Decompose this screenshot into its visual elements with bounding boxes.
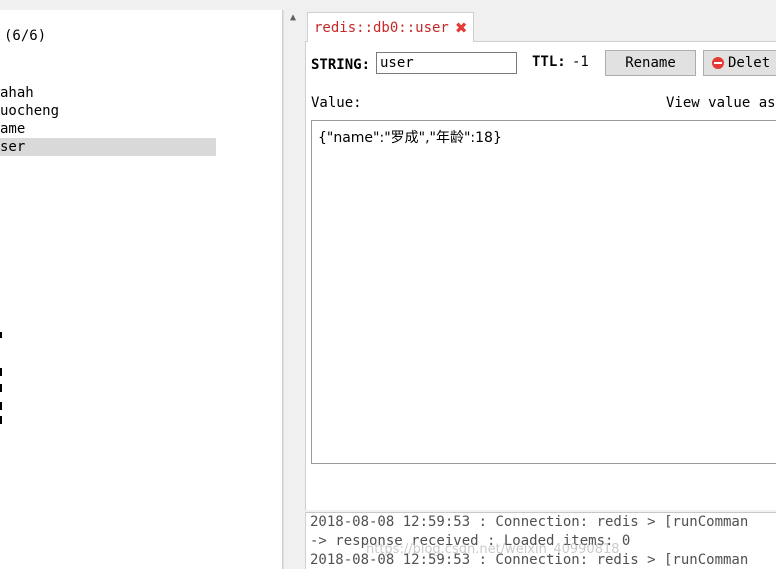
scroll-up-icon[interactable]: ▲ [287,12,299,24]
key-editor: STRING: user TTL: -1 Rename Delet Value:… [305,42,776,510]
delete-button[interactable]: Delet [703,50,776,76]
tree-mark [0,384,2,392]
delete-label: Delet [728,55,771,71]
rename-button[interactable]: Rename [605,50,696,76]
value-label: Value: [311,95,362,111]
log-line: 2018-08-08 12:59:53 : Connection: redis … [310,514,749,530]
key-list: ahah uocheng ame ser [0,84,216,156]
key-count: (6/6) [4,28,47,44]
tree-mark [0,402,2,410]
tree-scrollbar[interactable]: ▲ [283,10,301,569]
type-label: STRING: [311,57,371,73]
tab-bar: redis::db0::user ✖ [305,10,776,42]
tree-mark [0,332,2,338]
tab-redis-db0-user[interactable]: redis::db0::user ✖ [307,12,475,42]
console-log: 2018-08-08 12:59:53 : Connection: redis … [305,512,776,569]
key-item-ahah[interactable]: ahah [0,84,216,102]
key-item-uocheng[interactable]: uocheng [0,102,216,120]
close-icon[interactable]: ✖ [455,14,468,42]
view-as-label[interactable]: View value as [666,95,776,111]
ttl-label: TTL: [532,54,566,70]
delete-icon [712,57,724,69]
watermark: https://blog.csdn.net/weixin_40990818 [366,542,620,557]
tree-mark [0,368,2,376]
tab-title: redis::db0::user [314,19,449,36]
type-label-row: STRING: [311,52,370,78]
key-name-input[interactable]: user [376,52,517,74]
key-item-ame[interactable]: ame [0,120,216,138]
ttl-value: -1 [572,54,589,70]
key-item-user[interactable]: ser [0,138,216,156]
tree-mark [0,416,2,424]
value-editor[interactable]: {"name":"罗成","年龄":18} [311,120,776,464]
key-view: redis::db0::user ✖ STRING: user TTL: -1 … [305,10,776,569]
app-window: (6/6) ahah uocheng ame ser ▲ redis::db0:… [0,0,776,569]
key-tree-panel: (6/6) ahah uocheng ame ser [0,10,283,569]
